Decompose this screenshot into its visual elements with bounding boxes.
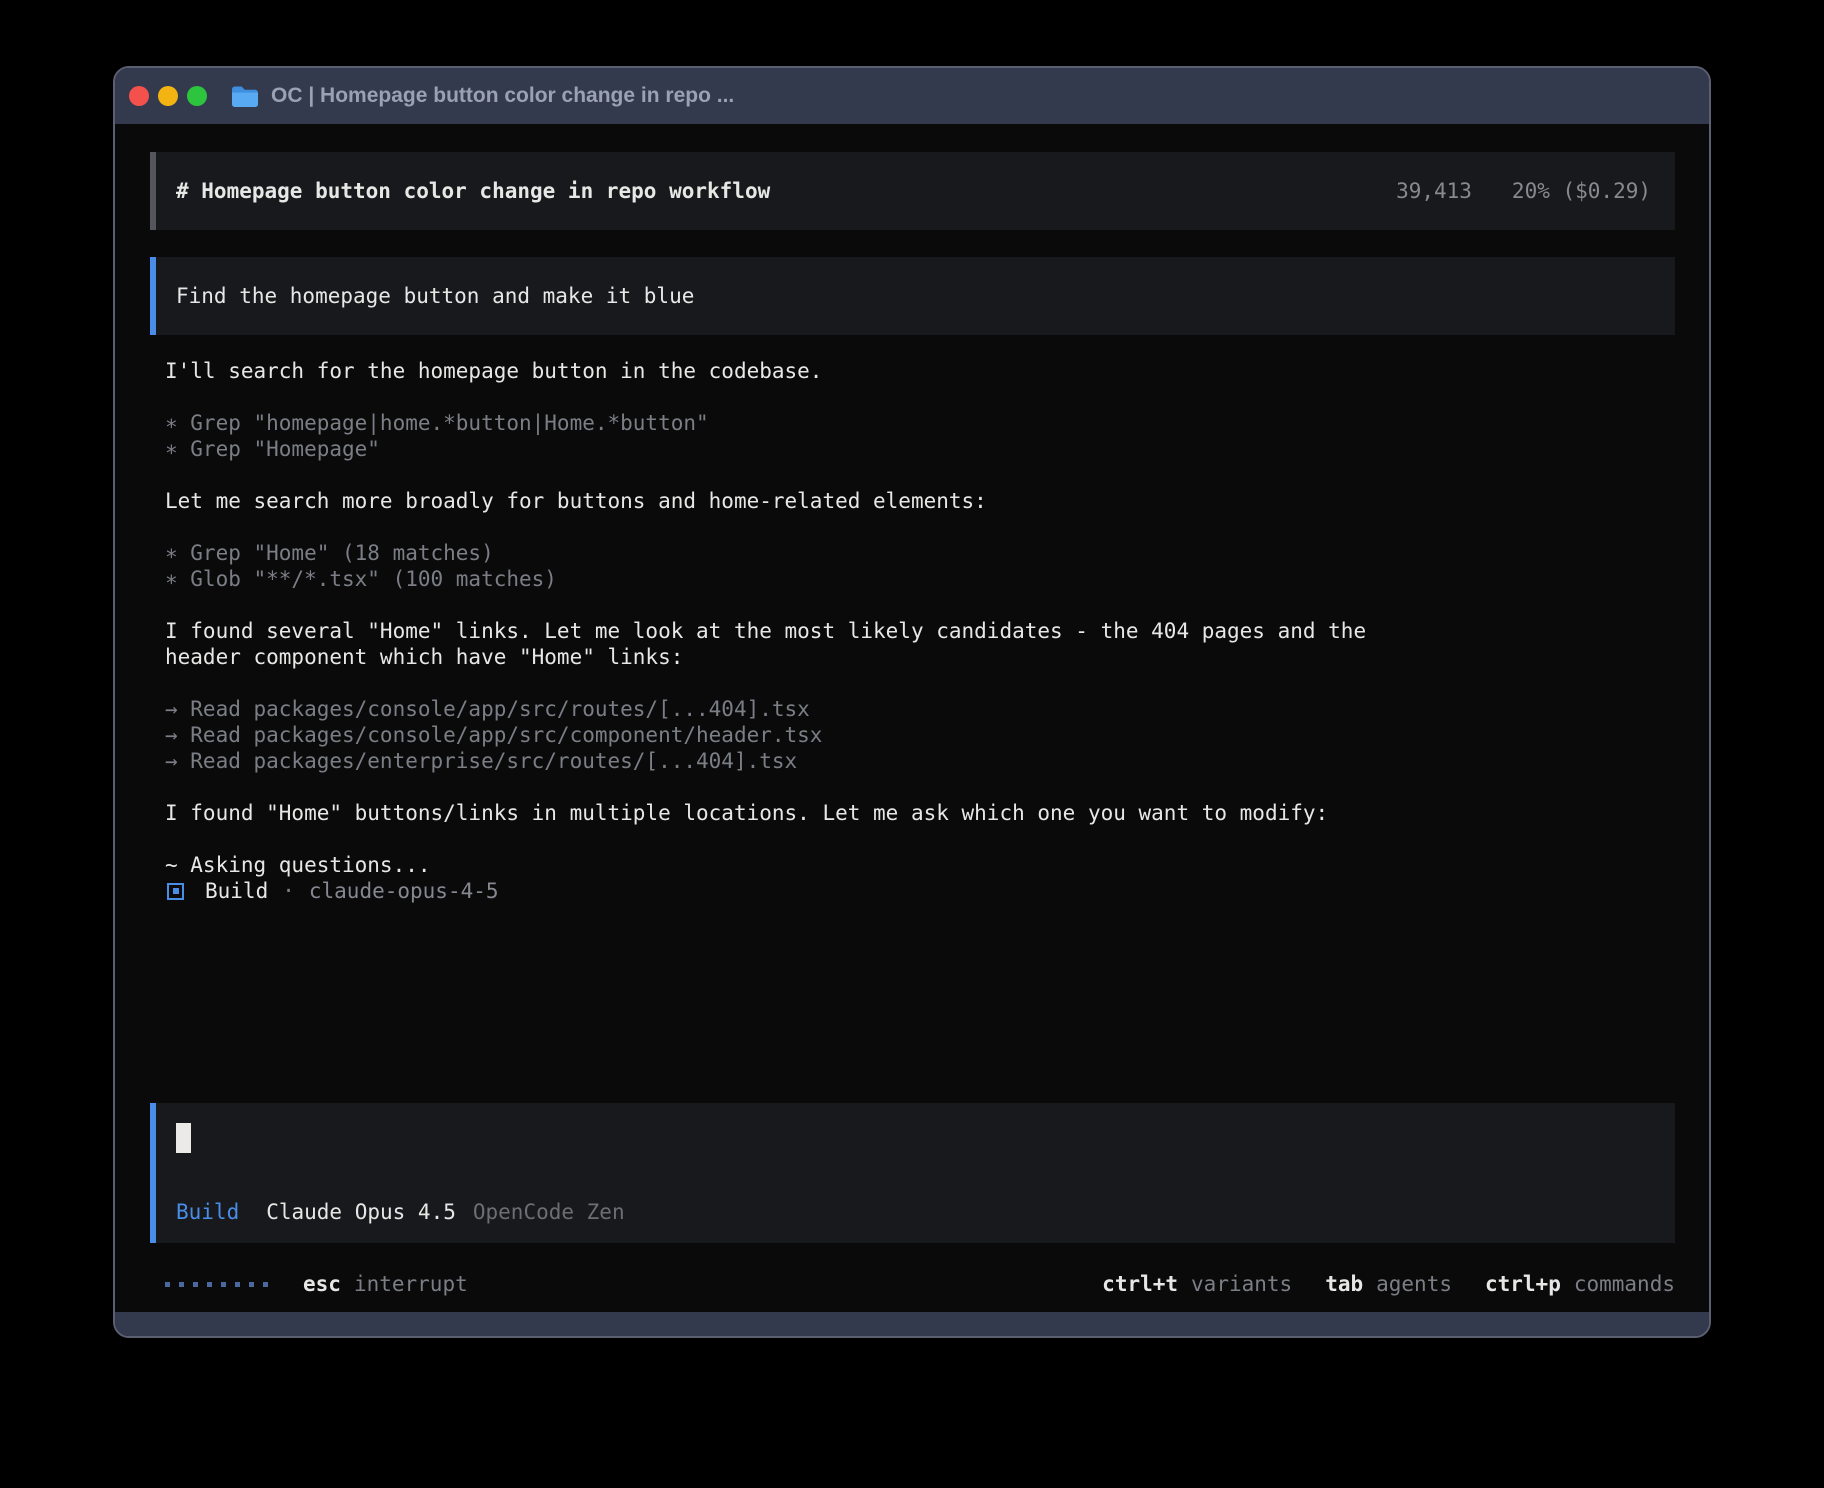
zoom-button[interactable] [187,86,207,106]
window-bottom-strip [115,1312,1709,1336]
hint-key: ctrl+t [1102,1271,1178,1297]
hint-key: ctrl+p [1485,1271,1561,1297]
spinner-dot [165,1282,170,1287]
hint-label: commands [1574,1271,1675,1297]
keyboard-hint: ctrl+t variants [1102,1271,1292,1297]
terminal-content: # Homepage button color change in repo w… [115,124,1709,1312]
tool-call-line: → Read packages/console/app/src/routes/[… [165,696,1675,722]
spinner-dot [221,1282,226,1287]
tool-call-line: ∗ Glob "**/*.tsx" (100 matches) [165,566,1675,592]
spinner-dot [179,1282,184,1287]
assistant-text-line: Let me search more broadly for buttons a… [165,488,1675,514]
tool-call-line: ∗ Grep "Home" (18 matches) [165,540,1675,566]
hint-label: agents [1376,1271,1452,1297]
input-meta: Build Claude Opus 4.5 OpenCode Zen [176,1199,1655,1225]
assistant-text-line [165,774,1675,800]
agent-status-row: Build · claude-opus-4-5 [165,878,1675,904]
agent-name: Build [205,878,268,904]
assistant-text-line [165,462,1675,488]
spinner-dot [263,1282,268,1287]
window-title: OC | Homepage button color change in rep… [271,84,734,108]
spinner-dot [249,1282,254,1287]
tool-call-line: → Read packages/console/app/src/componen… [165,722,1675,748]
session-header: # Homepage button color change in repo w… [150,152,1675,230]
folder-icon [231,85,259,108]
assistant-text-line [165,384,1675,410]
assistant-text-line [165,514,1675,540]
assistant-text-line [165,592,1675,618]
user-message: Find the homepage button and make it blu… [150,257,1675,335]
statusbar: esc interrupt ctrl+tvariantstabagentsctr… [150,1271,1675,1297]
provider-label: OpenCode Zen [473,1199,625,1225]
statusbar-left: esc interrupt [165,1271,468,1297]
spinner-dot [193,1282,198,1287]
terminal-window: OC | Homepage button color change in rep… [113,66,1711,1338]
prompt-input[interactable]: Build Claude Opus 4.5 OpenCode Zen [150,1103,1675,1243]
conversation: I'll search for the homepage button in t… [150,358,1675,1103]
tool-call-line: ∗ Grep "Homepage" [165,436,1675,462]
tool-call-line: ∗ Grep "homepage|home.*button|Home.*butt… [165,410,1675,436]
mode-label: Build [176,1199,239,1225]
model-label: Claude Opus 4.5 [266,1199,456,1225]
assistant-text-line [165,826,1675,852]
context-cost: 20% ($0.29) [1512,178,1651,204]
session-title: # Homepage button color change in repo w… [176,178,770,204]
user-message-text: Find the homepage button and make it blu… [176,283,694,309]
text-cursor [176,1123,191,1153]
statusbar-hints: ctrl+t variants tab agents ctrl+p commands [1102,1271,1675,1297]
tool-call-line: → Read packages/enterprise/src/routes/[.… [165,748,1675,774]
traffic-lights [129,86,207,106]
session-stats: 39,413 20% ($0.29) [1396,178,1651,204]
agent-separator: · [282,878,295,904]
assistant-text-line [165,670,1675,696]
esc-key-label: interrupt [354,1271,468,1297]
esc-key-hint: esc [303,1271,341,1297]
assistant-text-line: I'll search for the homepage button in t… [165,358,1675,384]
agent-status-icon [167,883,184,900]
titlebar: OC | Homepage button color change in rep… [115,68,1709,124]
keyboard-hint: ctrl+p commands [1485,1271,1675,1297]
agent-model-name: claude-opus-4-5 [309,878,499,904]
minimize-button[interactable] [158,86,178,106]
assistant-text-line: I found several "Home" links. Let me loo… [165,618,1675,644]
assistant-text-line: I found "Home" buttons/links in multiple… [165,800,1675,826]
close-button[interactable] [129,86,149,106]
token-count: 39,413 [1396,178,1472,204]
spinner-dot [235,1282,240,1287]
keyboard-hint: tab agents [1325,1271,1452,1297]
spinner-dot [207,1282,212,1287]
spinner [165,1282,268,1287]
assistant-text-line: ~ Asking questions... [165,852,1675,878]
assistant-text-line: header component which have "Home" links… [165,644,1675,670]
hint-label: variants [1191,1271,1292,1297]
hint-key: tab [1325,1271,1363,1297]
